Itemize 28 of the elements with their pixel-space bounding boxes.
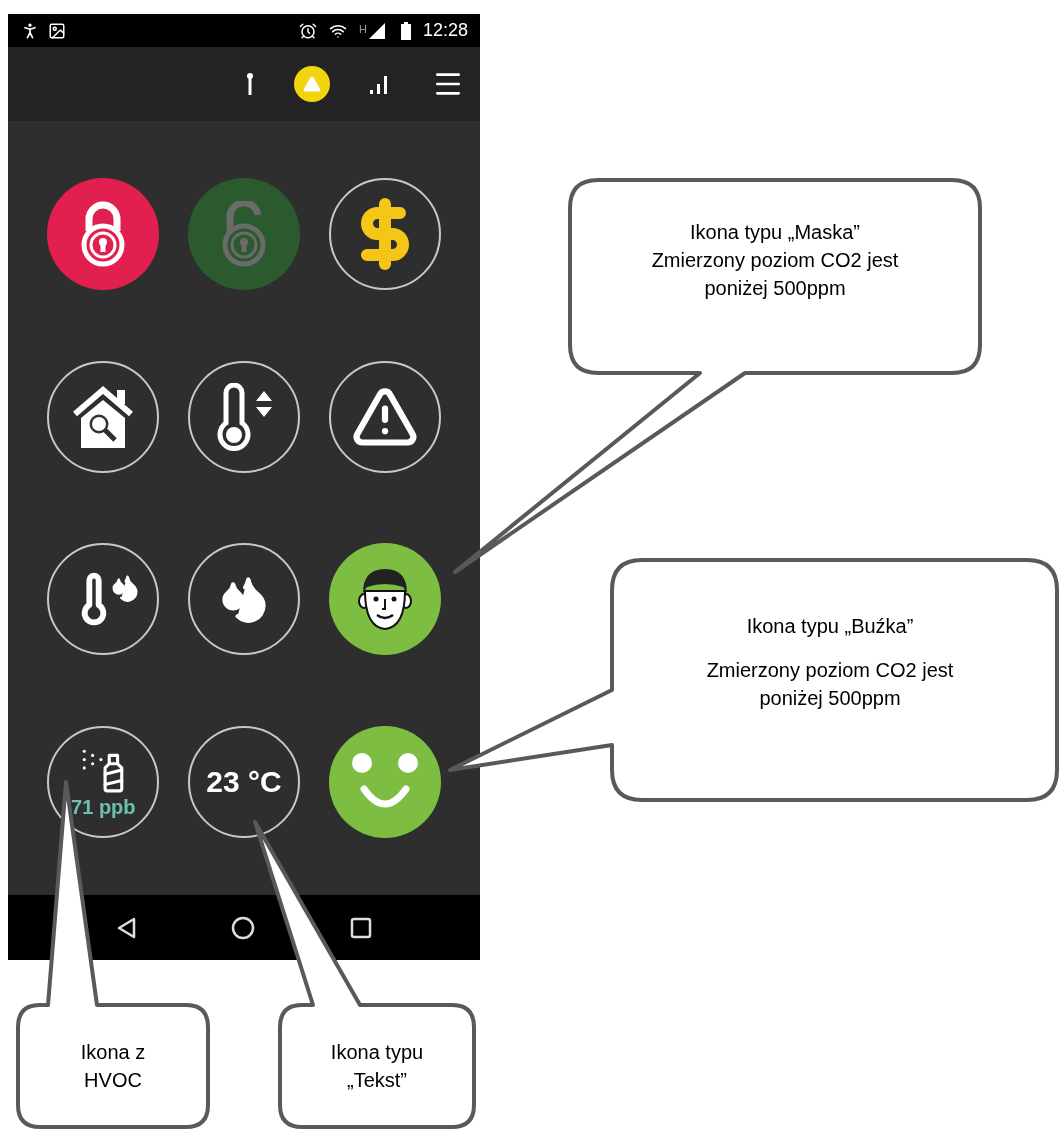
alert-button[interactable] (294, 66, 330, 102)
sensor-tile[interactable] (188, 543, 300, 656)
warning-icon (302, 74, 322, 94)
sensor-tile[interactable] (328, 178, 441, 291)
callout-text: Ikona typu „Buźka” (746, 614, 914, 639)
antenna-icon[interactable] (246, 73, 254, 95)
sensor-tile[interactable] (328, 360, 441, 473)
cell-signal-icon (368, 22, 385, 39)
callout-text: Ikona typu „Tekst” (329, 1040, 425, 1093)
hvoc-reading: 71 ppb (71, 794, 136, 819)
cartoon-face-icon (356, 567, 413, 632)
recents-icon[interactable] (350, 916, 373, 939)
sensor-tile[interactable] (47, 543, 160, 656)
network-type: H (359, 22, 367, 37)
callout-text: Ikona z HVOC (79, 1040, 147, 1093)
back-icon[interactable] (115, 916, 136, 939)
callout-text: Ikona typu „Maska” (689, 220, 861, 245)
image-icon (48, 21, 66, 40)
battery-icon (400, 21, 411, 40)
alarm-clock-icon (299, 21, 317, 40)
sensor-tile[interactable] (188, 360, 300, 473)
home-icon[interactable] (231, 915, 255, 940)
callout-text: Zmierzony poziom CO2 jest poniżej 500ppm (650, 248, 900, 301)
temperature-reading: 23 °C (206, 764, 282, 801)
house-magnifier-icon (71, 383, 136, 450)
callout-text: Zmierzony poziom CO2 jest poniżej 500ppm (705, 658, 955, 711)
sensor-tile[interactable] (47, 360, 160, 473)
clock-time: 12:28 (422, 19, 468, 42)
